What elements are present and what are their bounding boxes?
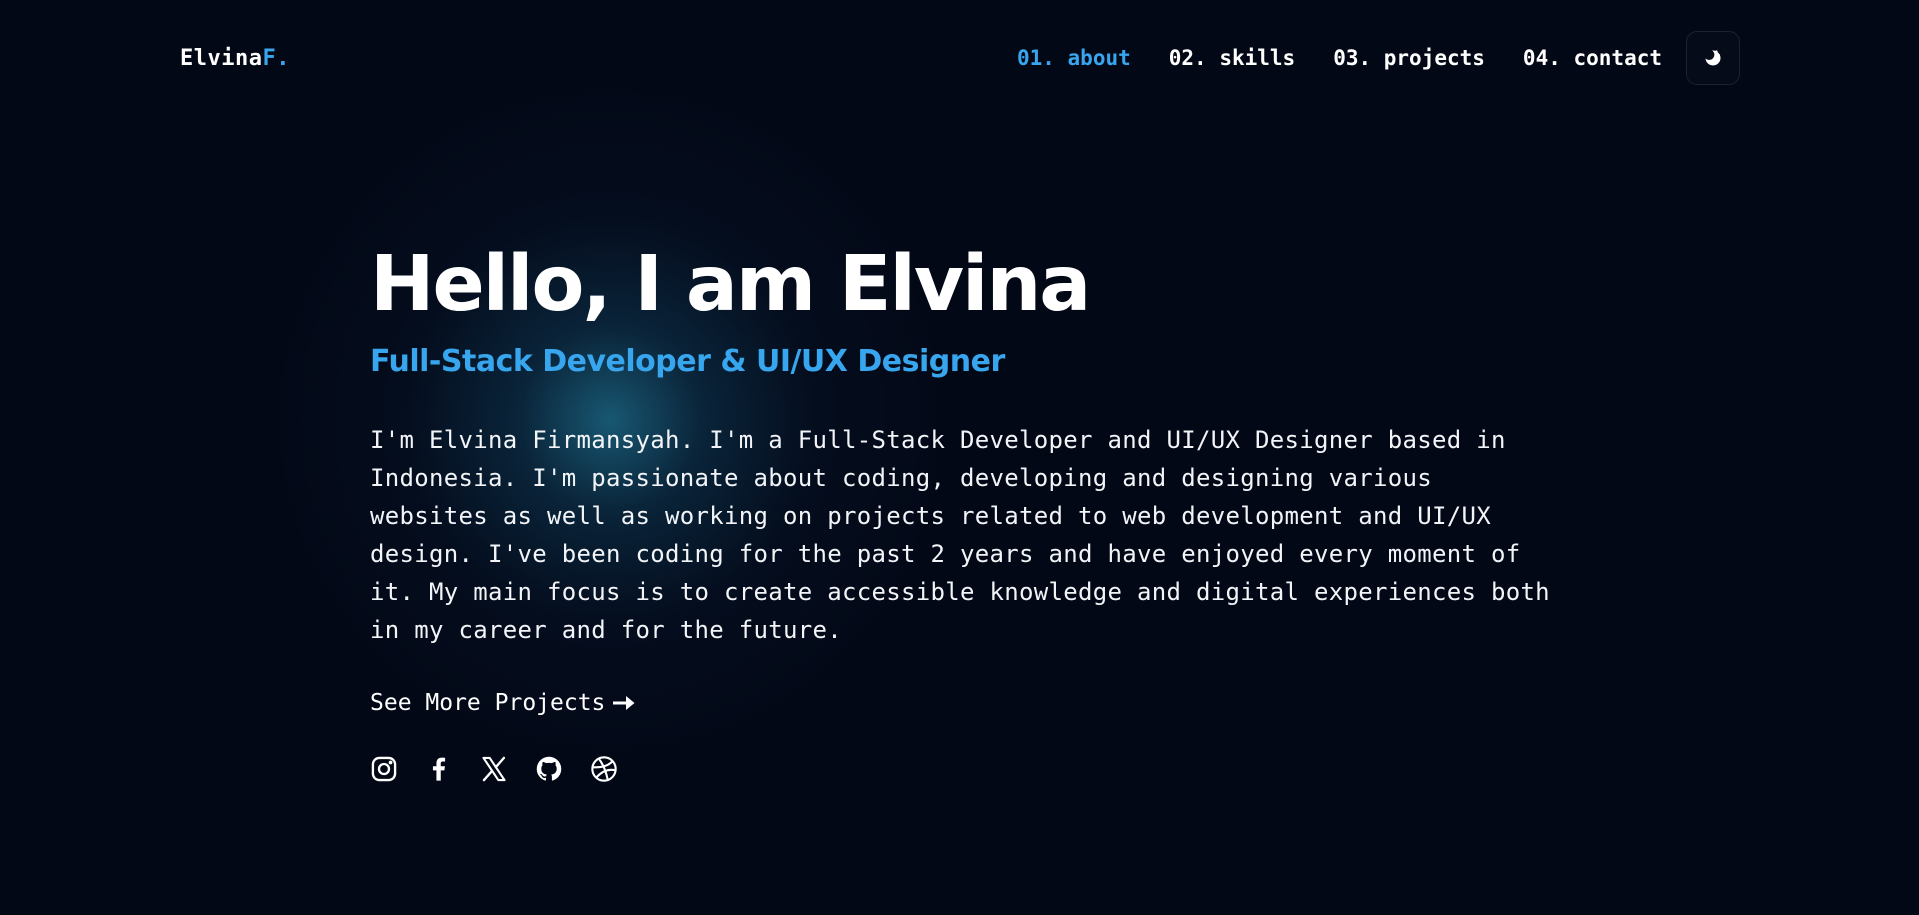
nav-item-projects[interactable]: 03. projects [1333,43,1485,73]
nav-item-skills[interactable]: 02. skills [1169,43,1295,73]
github-icon [536,756,562,781]
site-logo[interactable]: ElvinaF. [180,44,290,74]
arrow-right-icon [613,696,635,710]
cta-label: See More Projects [370,690,606,716]
logo-accent: F. [262,46,290,71]
instagram-icon [371,756,397,782]
theme-toggle-button[interactable] [1686,31,1740,85]
instagram-link[interactable] [370,755,398,783]
x-link[interactable] [480,755,508,783]
dribbble-link[interactable] [590,755,618,783]
x-icon [482,756,506,782]
social-links [370,755,618,783]
hero-subheading: Full-Stack Developer & UI/UX Designer [370,344,1005,379]
logo-name: Elvina [180,46,263,71]
nav-item-contact[interactable]: 04. contact [1523,43,1662,73]
github-link[interactable] [535,755,563,783]
nav-item-about[interactable]: 01. about [1017,43,1131,73]
top-navbar: ElvinaF. 01. about 02. skills 03. projec… [0,0,1919,118]
facebook-link[interactable] [425,755,453,783]
hero-bio: I'm Elvina Firmansyah. I'm a Full-Stack … [370,426,1550,644]
main-nav: 01. about 02. skills 03. projects 04. co… [1017,43,1662,73]
dribbble-icon [591,756,617,782]
facebook-icon [432,757,446,781]
hero-glow [250,60,970,780]
moon-icon [1704,49,1721,66]
see-more-projects-link[interactable]: See More Projects [370,686,635,720]
hero-heading: Hello, I am Elvina [370,240,1091,329]
